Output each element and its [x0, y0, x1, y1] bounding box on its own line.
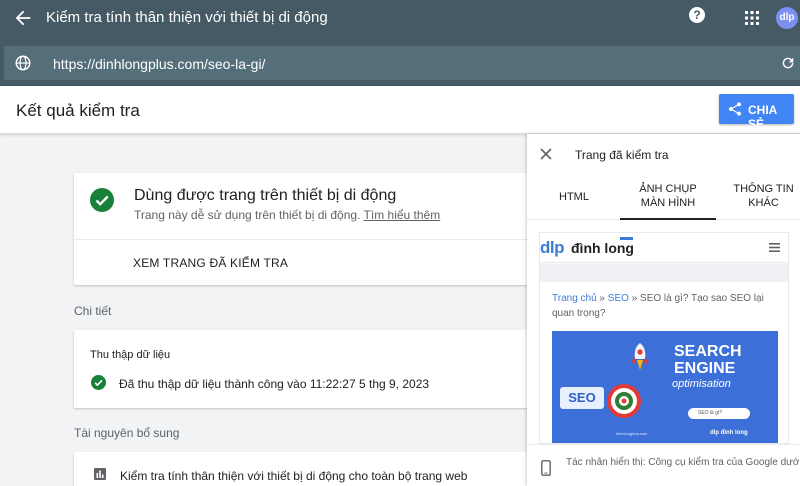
check-circle-icon — [90, 188, 114, 212]
page-title: Kết quả kiểm tra — [16, 101, 140, 120]
share-label: CHIA SẺ — [748, 103, 777, 131]
check-circle-icon — [91, 375, 106, 390]
apps-grid-icon[interactable] — [745, 11, 759, 25]
app-bar: Kiểm tra tính thân thiện với thiết bị di… — [0, 0, 800, 36]
tab-html[interactable]: HTML — [547, 175, 601, 220]
target-icon — [607, 384, 641, 418]
resource-link[interactable]: Kiểm tra tính thân thiện với thiết bị di… — [74, 452, 528, 486]
summary-subtext: Trang này dễ sử dụng trên thiết bị di độ… — [134, 208, 441, 222]
close-icon[interactable] — [540, 148, 552, 160]
help-circle-icon[interactable]: ? — [689, 7, 705, 23]
menu-icon — [769, 243, 780, 252]
hero-subtitle: optimisation — [672, 378, 731, 390]
hero-site-text: dinhlongplus.com — [616, 431, 648, 436]
tab-more-info[interactable]: THÔNG TIN KHÁC — [727, 175, 800, 220]
site-nav-stripe — [540, 264, 788, 282]
panel-tabs: HTML ẢNH CHỤP MÀN HÌNH THÔNG TIN KHÁC — [527, 175, 800, 220]
view-tested-page-button[interactable]: XEM TRANG ĐÃ KIỂM TRA — [133, 256, 288, 270]
page-screenshot: dlp đình long Trang chủ » SEO » SEO là g… — [539, 232, 789, 444]
panel-title: Trang đã kiểm tra — [575, 148, 669, 162]
hero-logo-text: dlp đình long — [710, 430, 748, 436]
hero-seo-badge: SEO — [560, 387, 604, 409]
tested-page-panel: Trang đã kiểm tra HTML ẢNH CHỤP MÀN HÌNH … — [527, 134, 800, 486]
rocket-icon — [631, 343, 649, 370]
share-button[interactable]: CHIA SẺ — [719, 94, 794, 131]
divider — [74, 239, 528, 240]
hero-title: SEARCH ENGINE — [674, 343, 742, 377]
site-logo-name: đình long — [571, 240, 634, 256]
site-breadcrumb: Trang chủ » SEO » SEO là gì? Tạo sao SEO… — [552, 293, 764, 319]
hero-searchbox: SEO là gì? — [688, 408, 750, 419]
learn-more-link[interactable]: Tìm hiểu thêm — [364, 208, 441, 222]
summary-heading: Dùng được trang trên thiết bị di động — [134, 187, 397, 204]
smartphone-icon — [541, 460, 551, 476]
site-logo-mark: dlp — [540, 238, 565, 257]
crawl-status: Đã thu thập dữ liệu thành công vào 11:22… — [119, 377, 430, 391]
avatar[interactable]: dlp — [776, 7, 798, 29]
panel-footer: Tác nhân hiển thị: Công cụ kiểm tra của … — [527, 444, 800, 486]
summary-card: Dùng được trang trên thiết bị di động Tr… — [74, 173, 528, 285]
logo-accent — [620, 237, 633, 240]
share-icon — [728, 102, 742, 116]
resources-label: Tài nguyên bổ sung — [74, 426, 180, 440]
globe-icon — [15, 55, 31, 71]
details-label: Chi tiết — [74, 304, 112, 318]
site-article: Trang chủ » SEO » SEO là gì? Tạo sao SEO… — [540, 282, 788, 443]
app-title: Kiểm tra tính thân thiện với thiết bị di… — [46, 9, 328, 26]
hero-image: SEARCH ENGINE optimisation SEO là gì? SEO… — [552, 331, 778, 443]
url-bar: https://dinhlongplus.com/seo-la-gi/ — [0, 36, 800, 86]
crawl-card[interactable]: Thu thập dữ liệu Đã thu thập dữ liệu thà… — [74, 330, 528, 408]
tab-screenshot[interactable]: ẢNH CHỤP MÀN HÌNH — [620, 175, 716, 220]
url-field[interactable]: https://dinhlongplus.com/seo-la-gi/ — [4, 46, 800, 80]
bar-chart-icon — [94, 468, 106, 480]
url-text: https://dinhlongplus.com/seo-la-gi/ — [53, 56, 266, 72]
refresh-icon[interactable] — [780, 55, 796, 71]
site-header: dlp đình long — [540, 233, 788, 263]
arrow-left-icon[interactable] — [12, 7, 34, 29]
result-header: Kết quả kiểm tra — [0, 86, 800, 134]
user-agent-text: Tác nhân hiển thị: Công cụ kiểm tra của … — [566, 457, 800, 468]
resource-link-label: Kiểm tra tính thân thiện với thiết bị di… — [120, 469, 468, 483]
crawl-title: Thu thập dữ liệu — [90, 349, 171, 361]
